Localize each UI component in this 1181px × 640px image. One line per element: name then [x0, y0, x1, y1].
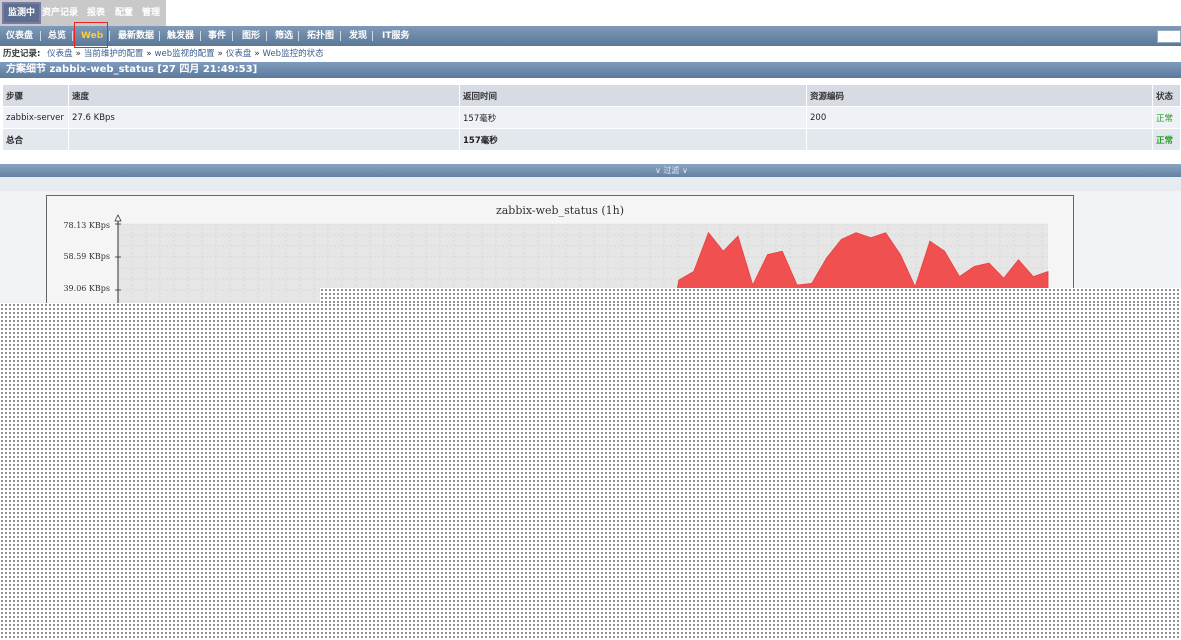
dotted-overlay	[320, 288, 1181, 304]
dotted-overlay	[0, 303, 1181, 640]
y-axis-arrow-icon	[114, 214, 122, 222]
